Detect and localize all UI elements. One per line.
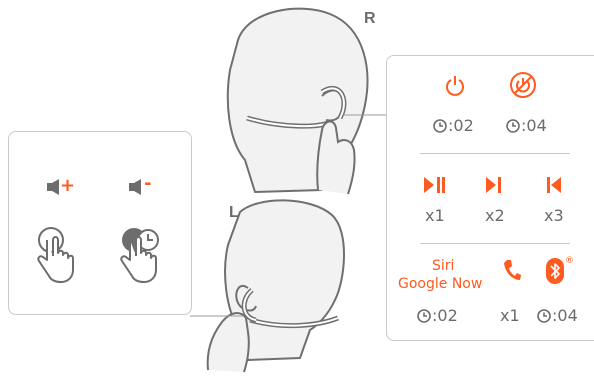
power-off-icon [510, 72, 536, 98]
power-icon [446, 76, 464, 96]
bluetooth-icon [546, 258, 564, 284]
speaker-icon [47, 179, 59, 195]
play-pause-press-count: x1 [425, 206, 445, 225]
registered-trademark: ® [565, 256, 574, 266]
press-hold-gesture-icon [120, 228, 159, 283]
voice-assistant-duration: :02 [432, 306, 458, 325]
bluetooth-pairing-duration: :04 [552, 306, 578, 325]
power-on-duration: :02 [448, 116, 474, 135]
voice-assistant-label-google-now: Google Now [398, 276, 483, 292]
next-track-press-count: x2 [485, 206, 505, 225]
clock-icon [417, 309, 431, 323]
play-pause-icon [424, 177, 445, 193]
volume-down-symbol: - [144, 173, 152, 194]
speaker-icon [129, 179, 141, 195]
tap-gesture-icon [37, 227, 74, 283]
divider [420, 153, 570, 154]
clock-icon [433, 119, 447, 133]
previous-track-press-count: x3 [544, 206, 564, 225]
voice-assistant-label-siri: Siri [432, 258, 455, 274]
right-side-label: R [364, 10, 376, 27]
next-track-icon [486, 177, 501, 193]
divider [420, 243, 570, 244]
power-off-duration: :04 [521, 116, 547, 135]
volume-controls-panel [8, 131, 192, 315]
previous-track-icon [547, 177, 561, 193]
clock-icon [537, 309, 551, 323]
volume-up-symbol: + [60, 175, 76, 196]
phone-icon [504, 260, 521, 280]
clock-icon [506, 119, 520, 133]
call-press-count: x1 [500, 306, 520, 325]
left-side-label: L [229, 204, 239, 221]
control-reference-panel [386, 55, 594, 341]
